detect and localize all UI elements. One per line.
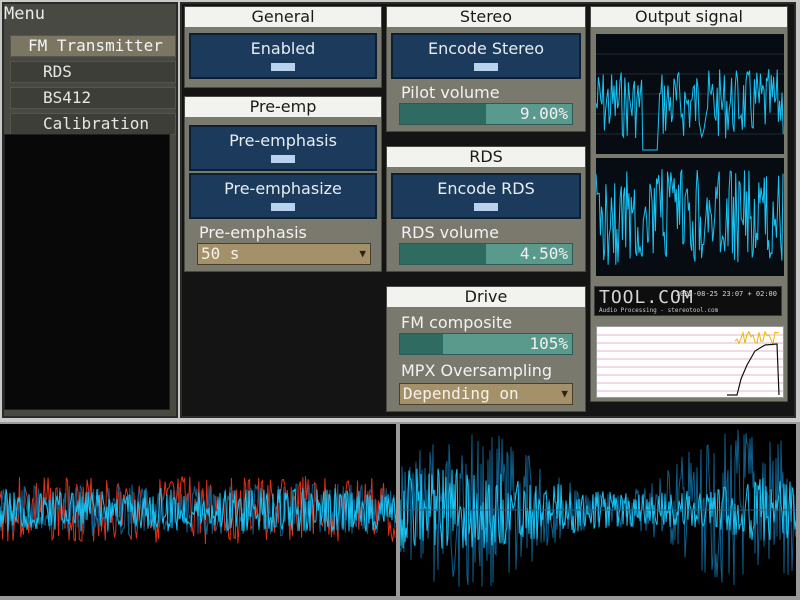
preemphasize-toggle[interactable]: Pre-emphasize — [189, 173, 377, 219]
fm-composite-label: FM composite — [401, 313, 513, 332]
output-waveform-bottom — [595, 169, 784, 265]
enabled-label: Enabled — [250, 39, 316, 58]
menu-empty-area — [4, 134, 170, 410]
preemphasis-toggle[interactable]: Pre-emphasis — [189, 125, 377, 171]
enabled-indicator — [271, 63, 295, 71]
right-audio-waveform — [399, 429, 797, 587]
chevron-down-icon: ▼ — [359, 247, 366, 260]
encode-stereo-toggle[interactable]: Encode Stereo — [391, 33, 581, 79]
right-audio-scope — [399, 424, 797, 596]
preemphasis-label: Pre-emphasis — [229, 131, 337, 150]
encode-rds-label: Encode RDS — [437, 179, 535, 198]
general-title: General — [185, 7, 381, 27]
encode-stereo-label: Encode Stereo — [427, 39, 545, 58]
encode-rds-toggle[interactable]: Encode RDS — [391, 173, 581, 219]
encode-rds-indicator — [474, 203, 498, 211]
chevron-down-icon: ▼ — [561, 387, 568, 400]
output-scope-top — [595, 34, 784, 154]
fm-composite-fill — [400, 334, 443, 354]
left-audio-waveform — [0, 476, 397, 545]
rds-panel: RDS Encode RDS RDS volume 4.50% — [386, 146, 586, 272]
preemphasis-indicator — [271, 155, 295, 163]
pilot-volume-label: Pilot volume — [401, 83, 500, 102]
left-audio-scope — [0, 424, 397, 596]
stereo-panel: Stereo Encode Stereo Pilot volume 9.00% — [386, 6, 586, 132]
rds-volume-value: 4.50% — [519, 244, 568, 263]
stereo-title: Stereo — [387, 7, 585, 27]
preemphasis-select-label: Pre-emphasis — [199, 223, 307, 242]
drive-title: Drive — [387, 287, 585, 307]
preemp-title: Pre-emp — [185, 97, 381, 117]
encode-stereo-indicator — [474, 63, 498, 71]
rds-volume-label: RDS volume — [401, 223, 499, 242]
level-curve — [727, 343, 780, 396]
level-graph — [596, 326, 784, 398]
rds-title: RDS — [387, 147, 585, 167]
mpx-oversampling-select[interactable]: Depending on ▼ — [399, 383, 573, 405]
rds-volume-slider[interactable]: 4.50% — [399, 243, 573, 265]
menu-item-bs412[interactable]: BS412 — [10, 87, 176, 109]
fm-composite-value: 105% — [529, 334, 568, 353]
rds-volume-fill — [400, 244, 486, 264]
preemphasis-select-value: 50 s — [201, 244, 240, 263]
preemp-panel: Pre-emp Pre-emphasis Pre-emphasize Pre-e… — [184, 96, 382, 272]
mpx-oversampling-label: MPX Oversampling — [401, 361, 553, 380]
level-graph-plot — [597, 330, 783, 396]
menu-item-rds[interactable]: RDS — [10, 61, 176, 83]
general-panel: General Enabled — [184, 6, 382, 88]
enabled-toggle[interactable]: Enabled — [189, 33, 377, 79]
brand-logo: TOOL.COM 2022-08-25 23:07 + 02:00 Audio … — [594, 286, 782, 316]
preemphasize-indicator — [271, 203, 295, 211]
preemphasize-label: Pre-emphasize — [224, 179, 342, 198]
logo-subtitle: Audio Processing - stereotool.com — [599, 307, 719, 314]
fm-composite-slider[interactable]: 105% — [399, 333, 573, 355]
pilot-volume-value: 9.00% — [519, 104, 568, 123]
output-scope-bottom — [595, 158, 784, 276]
preemphasis-select[interactable]: 50 s ▼ — [197, 243, 371, 265]
output-waveform-top — [595, 53, 784, 151]
output-signal-title: Output signal — [591, 7, 787, 27]
menu-item-fm-transmitter[interactable]: FM Transmitter — [10, 35, 176, 57]
logo-datetime: 2022-08-25 23:07 + 02:00 — [675, 290, 777, 298]
pilot-volume-slider[interactable]: 9.00% — [399, 103, 573, 125]
drive-panel: Drive FM composite 105% MPX Oversampling… — [386, 286, 586, 412]
menu-title: Menu — [4, 4, 45, 24]
mpx-oversampling-value: Depending on — [403, 384, 519, 403]
pilot-volume-fill — [400, 104, 486, 124]
menu-item-calibration[interactable]: Calibration — [10, 113, 176, 135]
